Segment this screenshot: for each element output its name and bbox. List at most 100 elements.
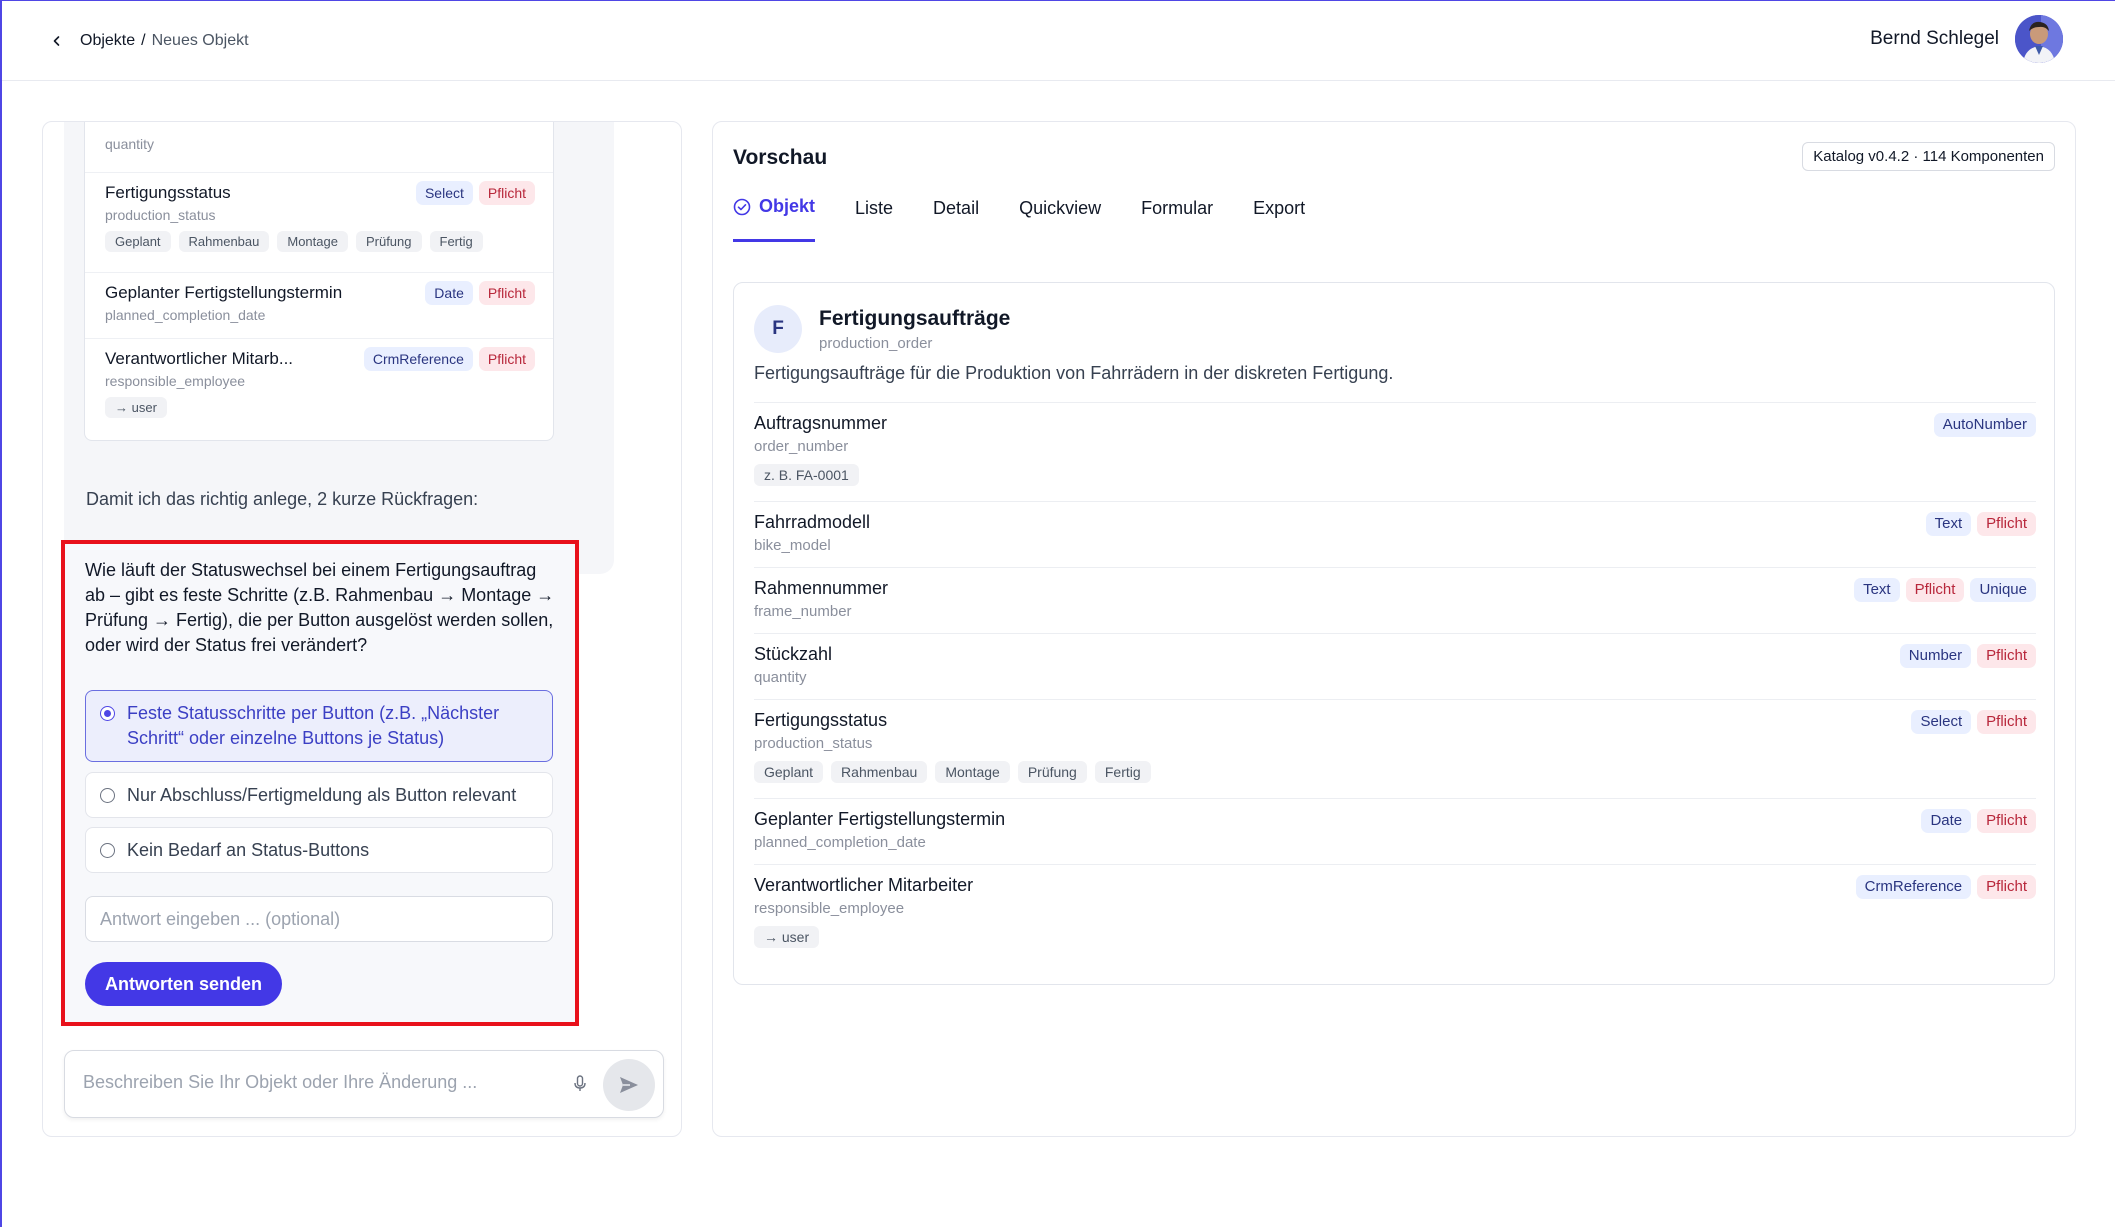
field-row: quantity (85, 122, 553, 173)
field-row: Fertigungsstatus production_status Selec… (85, 173, 553, 273)
required-badge: Pflicht (478, 281, 535, 305)
type-badge: CrmReference (363, 347, 473, 371)
field-key: planned_completion_date (754, 834, 926, 851)
type-badge: Text (1925, 512, 1972, 536)
option-no-buttons[interactable]: Kein Bedarf an Status-Buttons (85, 827, 553, 873)
option-fixed-steps[interactable]: Feste Statusschritte per Button (z.B. „N… (85, 690, 553, 762)
option-label: Feste Statusschritte per Button (z.B. „N… (127, 703, 500, 748)
field-key: responsible_employee (105, 373, 246, 389)
radio-selected-icon[interactable] (100, 706, 115, 721)
option-chip: Rahmenbau (831, 761, 928, 783)
required-badge: Pflicht (1977, 875, 2036, 899)
assistant-message: Damit ich das richtig anlege, 2 kurze Rü… (64, 471, 501, 527)
user-name: Bernd Schlegel (1870, 28, 1999, 49)
question-card: Wie läuft der Statuswechsel bei einem Fe… (61, 540, 579, 1026)
option-chip: Montage (935, 761, 1010, 783)
field-title: Stückzahl (754, 644, 833, 664)
option-chip: Geplant (754, 761, 824, 783)
required-badge: Pflicht (1977, 644, 2036, 668)
type-badge: Text (1854, 578, 1900, 602)
field-key: order_number (754, 438, 849, 455)
tab-liste[interactable]: Liste (855, 196, 893, 242)
check-circle-icon (733, 198, 751, 215)
back-arrow-icon[interactable] (44, 28, 70, 54)
answer-input[interactable] (85, 896, 553, 942)
user-menu[interactable]: Bernd Schlegel (1870, 15, 2063, 63)
unique-badge: Unique (1970, 578, 2036, 602)
field-row: Auftragsnummer order_number AutoNumber z… (754, 402, 2036, 501)
breadcrumb-current: Neues Objekt (151, 31, 249, 49)
radio-icon[interactable] (100, 788, 115, 803)
preview-title: Vorschau (733, 146, 828, 169)
tab-detail[interactable]: Detail (933, 196, 979, 242)
required-badge: Pflicht (478, 347, 535, 371)
field-key: planned_completion_date (105, 307, 266, 323)
tab-quickview[interactable]: Quickview (1019, 196, 1101, 242)
example-chip: z. B. FA-0001 (754, 464, 859, 486)
type-badge: Number (1899, 644, 1972, 668)
send-icon (620, 1077, 638, 1093)
send-message-button[interactable] (603, 1059, 655, 1111)
send-answers-button[interactable]: Antworten senden (85, 962, 283, 1006)
field-key: quantity (754, 669, 807, 686)
tab-formular[interactable]: Formular (1141, 196, 1213, 242)
field-row: Fahrradmodell bike_model Text Pflicht (754, 501, 2036, 567)
field-row: Geplanter Fertigstellungstermin planned_… (85, 273, 553, 339)
option-label: Kein Bedarf an Status-Buttons (127, 840, 370, 860)
object-initial-avatar: F (754, 305, 802, 353)
type-badge: Select (1911, 710, 1972, 734)
field-title: Fertigungsstatus (754, 710, 888, 730)
top-bar: Objekte / Neues Objekt Bernd Schlegel (2, 1, 2115, 81)
object-description: Fertigungsaufträge für die Produktion vo… (754, 363, 1394, 383)
required-badge: Pflicht (1977, 512, 2036, 536)
option-chip: Prüfung (355, 231, 422, 252)
option-label: Nur Abschluss/Fertigmeldung als Button r… (127, 785, 517, 805)
type-badge: AutoNumber (1933, 413, 2036, 437)
field-key: frame_number (754, 603, 852, 620)
option-chip: Fertig (1094, 761, 1151, 783)
type-badge: Select (415, 181, 473, 205)
option-chip: Rahmenbau (178, 231, 270, 252)
option-chip: Montage (277, 231, 348, 252)
field-row: Geplanter Fertigstellungstermin planned_… (754, 798, 2036, 864)
field-title: Fahrradmodell (754, 512, 871, 532)
breadcrumb-objekte-link[interactable]: Objekte (80, 32, 135, 50)
field-row: Stückzahl quantity Number Pflicht (754, 633, 2036, 699)
composer-input[interactable] (83, 1072, 553, 1093)
object-name: Fertigungsaufträge (819, 307, 1011, 330)
question-text: Wie läuft der Statuswechsel bei einem Fe… (85, 560, 555, 655)
breadcrumb: Objekte / Neues Objekt (80, 32, 249, 50)
field-row: Rahmennummer frame_number Text Pflicht U… (754, 567, 2036, 633)
radio-icon[interactable] (100, 843, 115, 858)
tab-label: Objekt (759, 196, 816, 216)
type-badge: CrmReference (1855, 875, 1972, 899)
object-preview-card: F Fertigungsaufträge production_order Fe… (733, 282, 2055, 985)
field-key: production_status (754, 735, 873, 752)
type-badge: Date (425, 281, 473, 305)
catalog-badge: Katalog v0.4.2 · 114 Komponenten (1802, 142, 2055, 171)
microphone-icon[interactable] (573, 1075, 587, 1098)
field-row: Fertigungsstatus production_status Selec… (754, 699, 2036, 798)
chat-composer (64, 1050, 664, 1118)
required-badge: Pflicht (1977, 809, 2036, 833)
field-key: production_status (105, 207, 216, 223)
required-badge: Pflicht (1977, 710, 2036, 734)
field-title: Rahmennummer (754, 578, 889, 598)
field-row: Verantwortlicher Mitarb... responsible_e… (85, 339, 553, 439)
tab-export[interactable]: Export (1253, 196, 1305, 242)
type-badge: Date (1921, 809, 1972, 833)
field-key: responsible_employee (754, 900, 905, 917)
field-key: quantity (105, 136, 155, 152)
preview-tabs: Objekt Liste Detail Quickview Formular E… (733, 196, 1305, 242)
option-completion-only[interactable]: Nur Abschluss/Fertigmeldung als Button r… (85, 772, 553, 818)
avatar[interactable] (2015, 15, 2063, 63)
field-list: Auftragsnummer order_number AutoNumber z… (754, 402, 2036, 963)
preview-panel: Vorschau Katalog v0.4.2 · 114 Komponente… (712, 121, 2076, 1137)
field-title: Verantwortlicher Mitarbeiter (754, 875, 974, 895)
tab-objekt[interactable]: Objekt (733, 196, 816, 242)
field-title: Auftragsnummer (754, 413, 888, 433)
reference-chip: → user (754, 926, 820, 948)
breadcrumb-separator: / (141, 31, 146, 49)
field-key: bike_model (754, 537, 831, 554)
required-badge: Pflicht (478, 181, 535, 205)
